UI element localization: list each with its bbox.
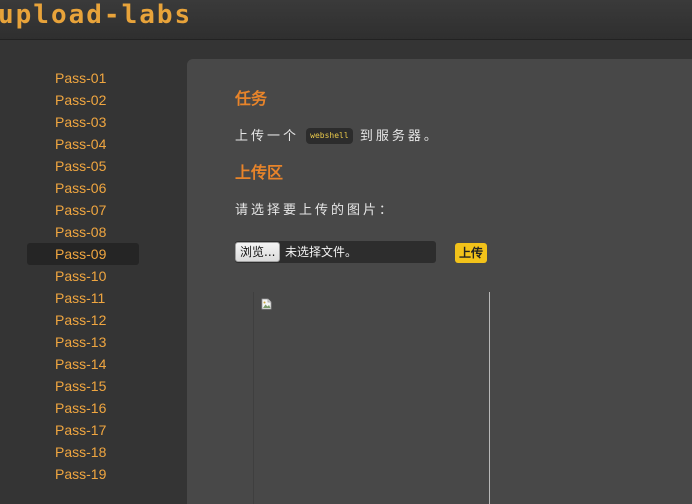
sidebar-item-pass-06[interactable]: Pass-06	[27, 177, 139, 199]
sidebar: Pass-01 Pass-02 Pass-03 Pass-04 Pass-05 …	[0, 41, 170, 504]
main-panel: 任务 上传一个 webshell 到服务器。 上传区 请选择要上传的图片： 浏览…	[187, 59, 692, 504]
task-description: 上传一个 webshell 到服务器。	[235, 127, 440, 147]
file-status-text: 未选择文件。	[285, 245, 358, 259]
file-input[interactable]: 浏览... 未选择文件。	[235, 241, 436, 263]
sidebar-item-pass-01[interactable]: Pass-01	[27, 67, 139, 89]
sidebar-item-pass-17[interactable]: Pass-17	[27, 419, 139, 441]
upload-heading: 上传区	[235, 163, 284, 182]
sidebar-item-pass-14[interactable]: Pass-14	[27, 353, 139, 375]
sidebar-item-pass-15[interactable]: Pass-15	[27, 375, 139, 397]
pass-nav-list: Pass-01 Pass-02 Pass-03 Pass-04 Pass-05 …	[27, 67, 139, 485]
sidebar-item-pass-18[interactable]: Pass-18	[27, 441, 139, 463]
sidebar-item-pass-02[interactable]: Pass-02	[27, 89, 139, 111]
site-logo[interactable]: upload-labs	[0, 0, 192, 33]
image-preview-area	[253, 292, 490, 504]
task-heading: 任务	[235, 89, 268, 108]
sidebar-item-pass-12[interactable]: Pass-12	[27, 309, 139, 331]
upload-submit-button[interactable]: 上传	[455, 243, 488, 263]
sidebar-item-pass-07[interactable]: Pass-07	[27, 199, 139, 221]
sidebar-item-pass-09[interactable]: Pass-09	[27, 243, 139, 265]
sidebar-item-pass-11[interactable]: Pass-11	[27, 287, 139, 309]
sidebar-item-pass-13[interactable]: Pass-13	[27, 331, 139, 353]
sidebar-item-pass-08[interactable]: Pass-08	[27, 221, 139, 243]
header: upload-labs	[0, 0, 692, 40]
task-text-before: 上传一个	[235, 129, 300, 144]
sidebar-item-pass-19[interactable]: Pass-19	[27, 463, 139, 485]
task-text-after: 到服务器。	[359, 129, 440, 144]
broken-image-icon	[261, 298, 272, 310]
sidebar-item-pass-16[interactable]: Pass-16	[27, 397, 139, 419]
browse-button[interactable]: 浏览...	[235, 242, 281, 262]
sidebar-item-pass-05[interactable]: Pass-05	[27, 155, 139, 177]
sidebar-item-pass-03[interactable]: Pass-03	[27, 111, 139, 133]
upload-label: 请选择要上传的图片：	[235, 203, 396, 218]
webshell-code: webshell	[306, 128, 353, 144]
sidebar-item-pass-10[interactable]: Pass-10	[27, 265, 139, 287]
sidebar-item-pass-04[interactable]: Pass-04	[27, 133, 139, 155]
